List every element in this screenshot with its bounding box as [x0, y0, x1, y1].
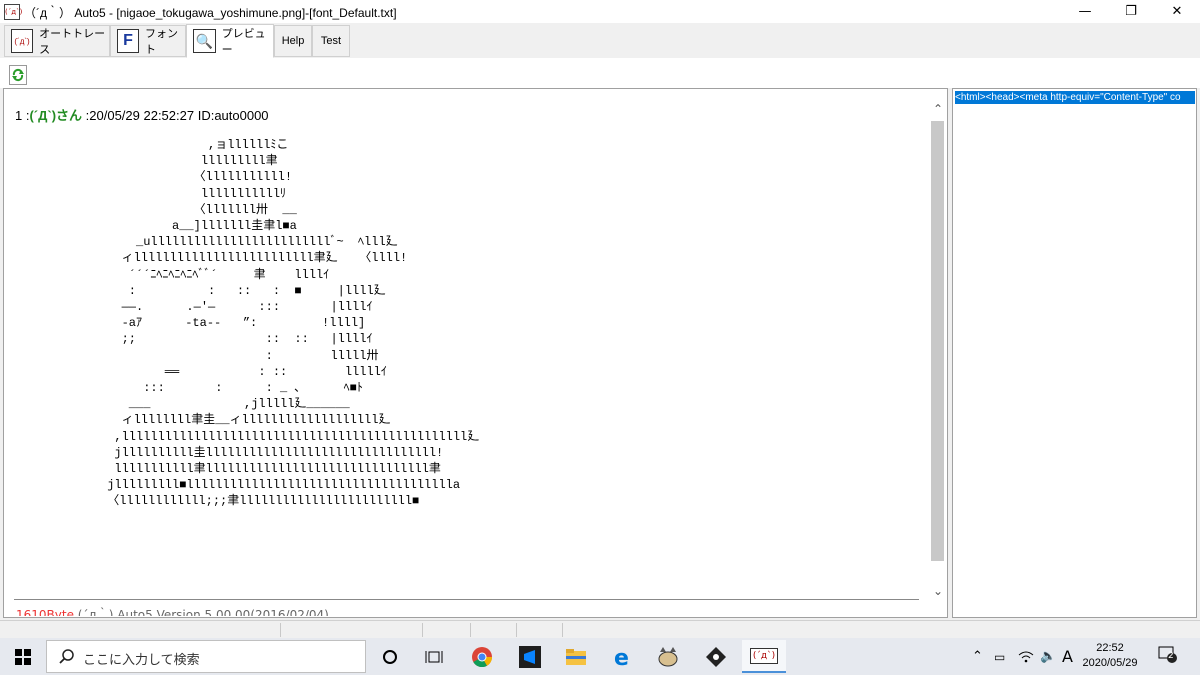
tab-label: オートトレース [39, 28, 106, 56]
minimize-button[interactable]: — [1062, 0, 1108, 23]
volume-icon[interactable]: 🔈 [1040, 638, 1056, 675]
refresh-icon [12, 68, 24, 82]
divider [14, 599, 919, 600]
byte-count: 1610Byte [16, 608, 74, 616]
footer-info: 1610Byte (´д｀) Auto5 Version 5.00.00(201… [16, 606, 329, 616]
title-bar: (´д`) （´д｀） Auto5 - [nigaoe_tokugawa_yos… [0, 0, 1200, 23]
face-icon: (´д`) [11, 29, 34, 53]
preview-pane[interactable]: 1 :(´Д`)さん :20/05/29 22:52:27 ID:auto000… [3, 88, 948, 618]
edge-logo-icon: e [614, 646, 629, 668]
task-view-glyph-icon [425, 650, 443, 663]
post-number: 1 : [15, 108, 30, 123]
vs-logo-icon [519, 645, 541, 668]
status-separator [280, 623, 281, 637]
folder-icon [566, 648, 586, 665]
system-clock[interactable]: 22:52 2020/05/29 [1080, 641, 1140, 671]
tab-label: プレビュー [221, 28, 266, 56]
taskbar-search[interactable]: ここに入力して検索 [46, 640, 366, 673]
svg-text:e: e [614, 646, 629, 668]
tab-preview[interactable]: 🔍 プレビュー [186, 24, 274, 58]
tab-label: フォント [145, 28, 178, 56]
status-bar [0, 620, 1200, 639]
wifi-icon[interactable] [1018, 638, 1034, 675]
status-separator [516, 623, 517, 637]
post-name: (´Д`)さん [29, 108, 83, 123]
post-meta: :20/05/29 22:52:27 ID:auto0000 [82, 108, 269, 123]
search-icon [59, 649, 74, 664]
tab-help[interactable]: Help [274, 25, 312, 57]
ime-indicator[interactable]: A [1062, 638, 1073, 675]
ascii-art: ,ョllllllﾐこ lllllllll聿 〈lllllllllll! llll… [107, 138, 480, 509]
tablet-icon[interactable]: ▭ [994, 638, 1005, 675]
face-icon: (´д`) [749, 647, 779, 664]
cat-app-icon[interactable] [646, 640, 690, 673]
vertical-scrollbar[interactable]: ⌃ ⌄ [929, 89, 947, 617]
tray-chevron-icon[interactable]: ⌃ [972, 638, 983, 675]
status-separator [562, 623, 563, 637]
auto5-taskbar-icon[interactable]: (´д`) [742, 640, 786, 673]
cortana-icon[interactable] [368, 640, 412, 673]
status-separator [422, 623, 423, 637]
tab-auto-trace[interactable]: (´д`) オートトレース [4, 25, 110, 57]
version-text: (´д｀) Auto5 Version 5.00.00(2016/02/04) [73, 608, 329, 616]
window-title: （´д｀） Auto5 - [nigaoe_tokugawa_yoshimune… [24, 6, 397, 20]
start-button[interactable] [0, 638, 46, 675]
chrome-logo-icon [472, 646, 493, 667]
refresh-button[interactable] [9, 65, 27, 85]
chevron-up-icon[interactable]: ⌃ [929, 99, 947, 119]
clock-date: 2020/05/29 [1082, 657, 1138, 669]
windows-logo-icon [15, 648, 31, 665]
app-icon[interactable]: (´д`) [4, 4, 22, 20]
compass-app-icon[interactable] [694, 640, 738, 673]
notification-count: 2 [1168, 651, 1174, 661]
tab-label: Help [281, 35, 305, 47]
notification-icon[interactable]: 2 [1158, 646, 1178, 664]
status-separator [470, 623, 471, 637]
post-header: 1 :(´Д`)さん :20/05/29 22:52:27 ID:auto000… [15, 105, 269, 124]
tab-font[interactable]: F フォント [110, 25, 186, 57]
restore-button[interactable]: ❐ [1108, 0, 1154, 23]
edge-icon[interactable]: e [600, 640, 644, 673]
magnifier-icon: 🔍 [193, 29, 216, 53]
tab-test[interactable]: Test [312, 25, 350, 57]
tab-bar: (´д`) オートトレース F フォント 🔍 プレビュー Help Test [0, 23, 1200, 59]
tab-label: Test [320, 35, 342, 47]
scroll-thumb[interactable] [931, 121, 944, 561]
visual-studio-icon[interactable] [508, 640, 552, 673]
html-source-line[interactable]: <html><head><meta http-equiv="Content-Ty… [955, 91, 1195, 104]
task-view-icon[interactable] [412, 640, 456, 673]
circle-icon [383, 649, 397, 664]
chevron-down-icon[interactable]: ⌄ [929, 581, 947, 601]
diamond-icon [706, 646, 726, 667]
file-explorer-icon[interactable] [554, 640, 598, 673]
close-button[interactable]: ✕ [1154, 0, 1200, 23]
font-f-icon: F [117, 29, 139, 53]
cat-icon [658, 646, 678, 666]
chrome-icon[interactable] [460, 640, 504, 673]
search-placeholder: ここに入力して検索 [83, 653, 200, 668]
clock-time: 22:52 [1096, 642, 1124, 654]
taskbar: ここに入力して検索 e (´д`) ⌃ ▭ 🔈 A 22:52 2020/05/… [0, 638, 1200, 675]
html-source-pane[interactable]: <html><head><meta http-equiv="Content-Ty… [952, 88, 1197, 618]
toolbar [0, 58, 1200, 88]
